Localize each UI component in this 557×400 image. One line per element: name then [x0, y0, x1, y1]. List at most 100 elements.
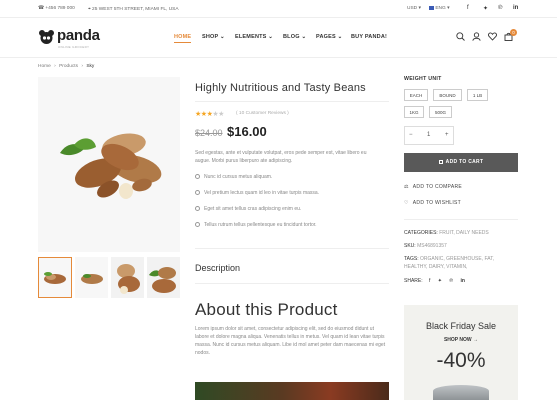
share-label: SHARE:: [404, 278, 423, 284]
logo-text[interactable]: panda: [57, 27, 100, 44]
chevron-down-icon: ⌄: [268, 34, 274, 40]
breadcrumb-current: Sky: [86, 64, 95, 69]
wishlist-label: ADD TO WISHLIST: [412, 200, 462, 206]
address-text: 25 WEST 5TH STREET, MIAMI FL, USA: [92, 7, 179, 12]
thumbnail-1[interactable]: [38, 257, 72, 298]
check-circle-icon: [195, 222, 200, 228]
divider: [195, 101, 389, 102]
linkedin-icon[interactable]: in: [460, 278, 464, 284]
nav-blog[interactable]: BLOG ⌄: [283, 34, 306, 40]
price-old: $24.00: [195, 128, 223, 138]
quantity-input[interactable]: 1: [427, 132, 430, 138]
categories-row: CATEGORIES: FRUIT, DAILY NEEDS: [404, 229, 489, 237]
weight-unit-label: WEIGHT UNIT: [404, 76, 442, 82]
nav-shop[interactable]: SHOP ⌄: [202, 34, 225, 40]
feature-item: Eget sit amet tellus cras adipiscing eni…: [195, 206, 301, 212]
thumbnail-2[interactable]: [75, 257, 108, 298]
reviews-link[interactable]: ( 10 Customer Reviews ): [236, 111, 289, 116]
tags-row: TAGS: ORGANIC, GREENHOUSE, FAT, HEALTHY,…: [404, 255, 516, 271]
compare-label: ADD TO COMPARE: [412, 184, 463, 190]
check-circle-icon: [195, 174, 200, 180]
weight-option-1lb[interactable]: 1 LB: [467, 89, 488, 101]
heart-icon: ♡: [404, 200, 409, 206]
logo-wordmark: panda: [57, 27, 100, 44]
quantity-stepper: − 1 +: [404, 126, 454, 145]
weight-option-each[interactable]: EACH: [404, 89, 428, 101]
top-bar: ☎ +456 789 000 ⌖ 25 WEST 5TH STREET, MIA…: [0, 0, 557, 18]
plus-button[interactable]: +: [445, 132, 449, 138]
divider: [404, 219, 518, 220]
sku-value: MS46891357: [417, 243, 447, 249]
sku-row: SKU: MS46891357: [404, 242, 447, 250]
phone-icon: ☎: [38, 6, 44, 11]
phone-number[interactable]: ☎ +456 789 000: [38, 6, 75, 11]
nav-buy-panda[interactable]: BUY PANDA!: [351, 34, 387, 40]
feature-text: Vel pretium lectus quam id leo in vitae …: [204, 190, 320, 196]
breadcrumb: Home › Products › Sky: [38, 64, 94, 69]
product-main-image[interactable]: [38, 77, 180, 252]
minus-button[interactable]: −: [409, 132, 413, 138]
tab-description[interactable]: Description: [195, 263, 240, 273]
categories-label: CATEGORIES:: [404, 230, 438, 236]
nav-elements[interactable]: ELEMENTS ⌄: [235, 34, 273, 40]
currency-select[interactable]: USD ▾: [407, 6, 421, 11]
sku-label: SKU:: [404, 243, 416, 249]
search-icon[interactable]: [456, 32, 465, 41]
tags-label: TAGS:: [404, 256, 419, 262]
banner-shop-now[interactable]: SHOP NOW →: [404, 337, 518, 343]
product-description: Sed egestas, ante et vulputate volutpat,…: [195, 150, 367, 164]
user-icon[interactable]: [472, 32, 481, 41]
feature-text: Eget sit amet tellus cras adipiscing eni…: [204, 206, 302, 212]
add-to-compare-link[interactable]: ⚖ ADD TO COMPARE: [404, 184, 462, 190]
check-circle-icon: [195, 206, 200, 212]
weight-option-500g[interactable]: 500G: [429, 106, 452, 118]
feature-item: Nunc id cursus metus aliquam.: [195, 174, 272, 180]
phone-text: +456 789 000: [45, 6, 75, 11]
heart-icon[interactable]: [488, 32, 497, 41]
pinterest-icon[interactable]: ℗: [498, 5, 502, 11]
facebook-icon[interactable]: f: [429, 278, 430, 284]
star-empty-icon: ★: [218, 111, 224, 118]
banner-product-image: [433, 385, 489, 400]
banner-discount: -40%: [436, 349, 486, 372]
breadcrumb-home[interactable]: Home: [38, 64, 51, 69]
rating-stars: ★★★★★: [195, 110, 224, 118]
thumbnail-4[interactable]: [147, 257, 180, 298]
weight-option-bound[interactable]: BOUND: [433, 89, 462, 101]
add-to-wishlist-link[interactable]: ♡ ADD TO WISHLIST: [404, 200, 461, 206]
logo-tagline: ONLINE GROCERY: [58, 45, 90, 49]
check-circle-icon: [195, 190, 200, 196]
price-new: $16.00: [227, 124, 267, 139]
thumbnail-3[interactable]: [111, 257, 144, 298]
thumbnail-image: [117, 264, 140, 294]
location-icon: ⌖: [88, 7, 91, 12]
nav-pages[interactable]: PAGES ⌄: [316, 34, 342, 40]
facebook-icon[interactable]: f: [467, 5, 469, 11]
product-video-thumbnail[interactable]: [195, 382, 389, 400]
banner-link-label: SHOP NOW: [443, 337, 472, 343]
chevron-right-icon: ›: [81, 64, 83, 69]
nav-blog-label: BLOG: [283, 34, 300, 40]
logo[interactable]: [38, 29, 56, 45]
nav-pages-label: PAGES: [316, 34, 336, 40]
weight-option-1kg[interactable]: 1KG: [404, 106, 424, 118]
about-text: Lorem ipsum dolor sit amet, consectetur …: [195, 326, 386, 356]
pinterest-icon[interactable]: ℗: [449, 278, 453, 284]
breadcrumb-products[interactable]: Products: [59, 64, 78, 69]
main-header: panda ONLINE GROCERY HOME SHOP ⌄ ELEMENT…: [0, 18, 557, 58]
twitter-icon[interactable]: ✦: [483, 5, 488, 12]
feature-text: Nunc id cursus metus aliquam.: [204, 174, 273, 180]
cart-count-badge: 0: [510, 29, 517, 36]
bag-icon: [438, 159, 443, 164]
categories-value[interactable]: FRUIT, DAILY NEEDS: [439, 230, 489, 236]
feature-text: Tellus rutrum tellus pellentesque eu tin…: [204, 222, 317, 228]
nav-home[interactable]: HOME: [174, 34, 192, 43]
language-select[interactable]: ENG ▾: [429, 6, 450, 11]
divider: [195, 283, 389, 284]
add-to-cart-button[interactable]: ADD TO CART: [404, 153, 518, 172]
arrow-right-icon: →: [473, 337, 479, 343]
black-friday-banner[interactable]: Black Friday Sale SHOP NOW → -40%: [404, 305, 518, 400]
twitter-icon[interactable]: ✦: [438, 278, 442, 284]
nav-elements-label: ELEMENTS: [235, 34, 267, 40]
linkedin-icon[interactable]: in: [513, 5, 518, 11]
